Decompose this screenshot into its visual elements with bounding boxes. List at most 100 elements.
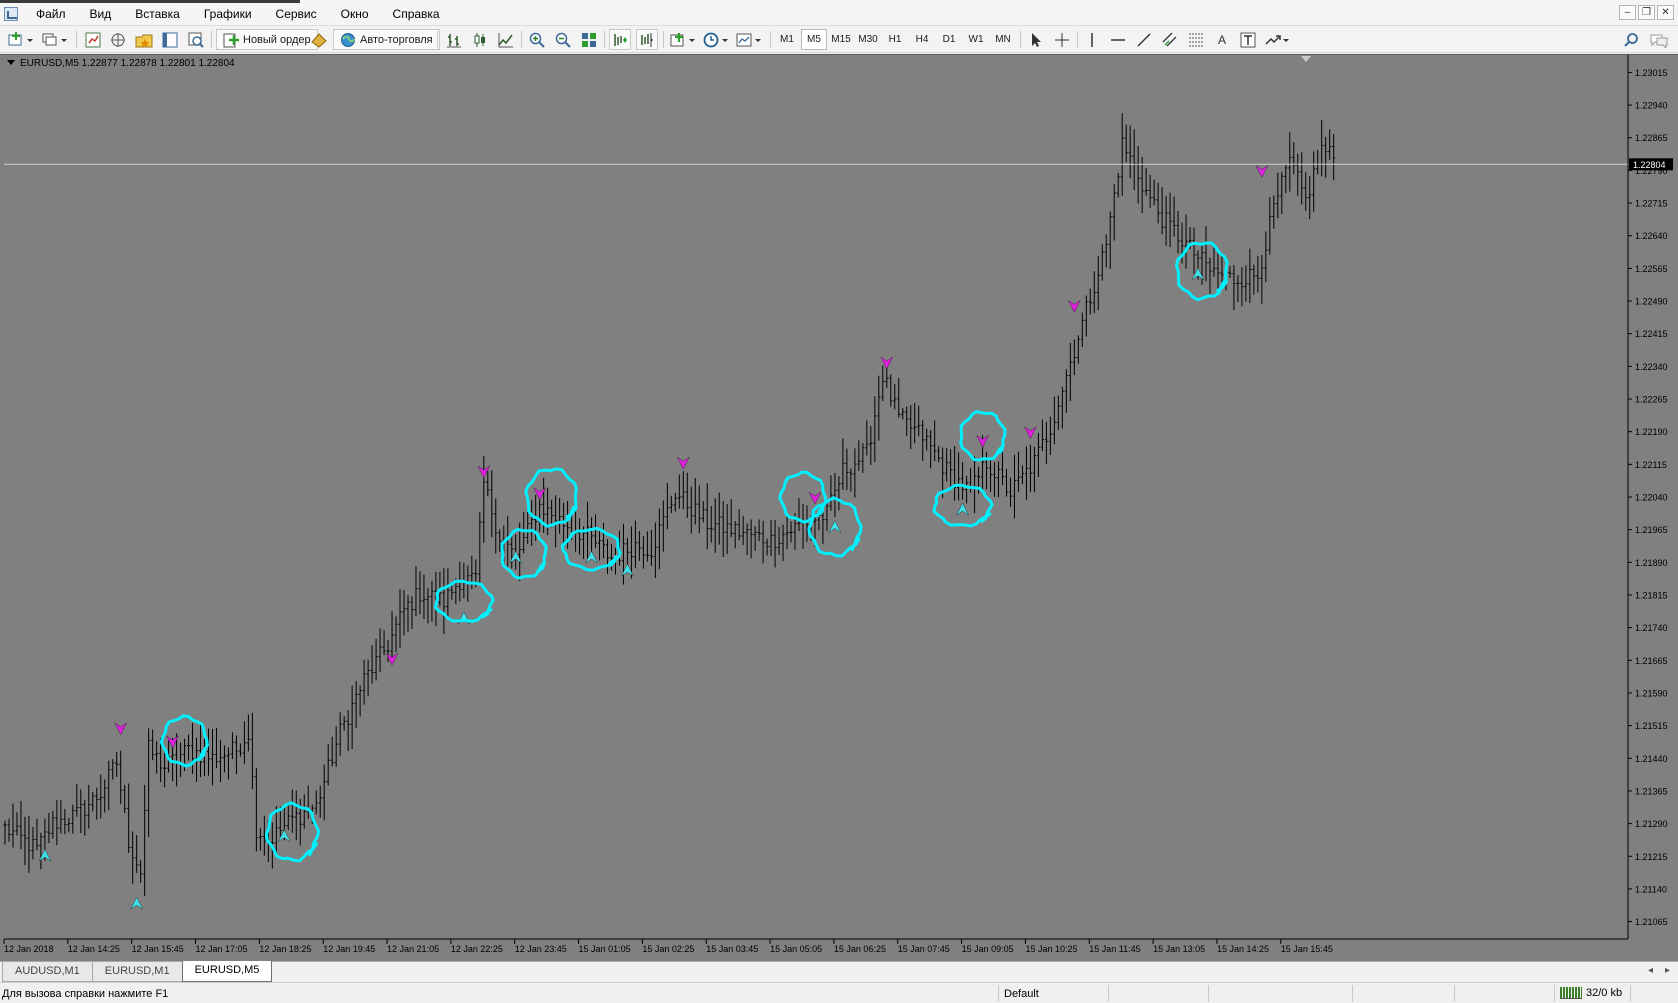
- indicators-icon[interactable]: [669, 29, 699, 50]
- price-bar: [1268, 197, 1272, 255]
- current-price-label: 1.22804: [1633, 160, 1666, 170]
- price-bar: [673, 492, 677, 512]
- new-chart-icon[interactable]: [6, 29, 36, 50]
- templates-icon[interactable]: [735, 29, 765, 50]
- status-profile: Default: [1004, 988, 1039, 1000]
- arrows-icon[interactable]: [1263, 29, 1293, 50]
- trendline-icon[interactable]: [1133, 29, 1155, 50]
- tester-icon[interactable]: [185, 29, 207, 50]
- price-bar: [961, 462, 965, 500]
- navigator-icon[interactable]: [107, 29, 129, 50]
- bar-chart-icon[interactable]: [443, 29, 465, 50]
- timeframe-m30[interactable]: M30: [855, 29, 881, 50]
- new-order-button[interactable]: Новый ордер: [216, 29, 318, 50]
- tab-eurusd-m1[interactable]: EURUSD,M1: [91, 962, 183, 982]
- menu-help[interactable]: Справка: [381, 7, 452, 21]
- tile-windows-icon[interactable]: [578, 29, 600, 50]
- autotrading-button[interactable]: Авто-торговля: [333, 29, 440, 50]
- menu-file[interactable]: Файл: [24, 7, 78, 21]
- restore-icon[interactable]: ❐: [1638, 5, 1655, 20]
- menu-insert[interactable]: Вставка: [123, 7, 192, 21]
- price-bar: [143, 784, 147, 897]
- price-bar: [1100, 244, 1104, 281]
- price-bar: [338, 712, 342, 756]
- minimize-icon[interactable]: –: [1619, 5, 1636, 20]
- app-icon: [4, 7, 18, 21]
- price-bar: [901, 408, 905, 420]
- price-bar: [238, 743, 242, 757]
- price-chart[interactable]: 1.230151.229401.228651.227901.227151.226…: [0, 55, 1678, 962]
- y-tick-label: 1.21815: [1635, 590, 1668, 600]
- chat-icon[interactable]: [1648, 29, 1670, 50]
- line-chart-icon[interactable]: [495, 29, 517, 50]
- zoom-out-icon[interactable]: [552, 29, 574, 50]
- chart-tabs: AUDUSD,M1 EURUSD,M1 EURUSD,M5: [2, 961, 273, 982]
- tab-eurusd-m5[interactable]: EURUSD,M5: [181, 961, 273, 982]
- price-bar: [107, 760, 111, 811]
- autoscroll-icon[interactable]: [609, 29, 631, 50]
- profiles-icon[interactable]: [40, 29, 70, 50]
- menu-view[interactable]: Вид: [78, 7, 124, 21]
- terminal-icon[interactable]: [159, 29, 181, 50]
- timeframe-d1[interactable]: D1: [936, 29, 962, 50]
- search-icon[interactable]: [1620, 29, 1642, 50]
- price-bar: [1252, 264, 1256, 295]
- price-bar: [1084, 295, 1088, 337]
- toolbar-separator: [76, 31, 77, 48]
- price-bar: [1228, 266, 1232, 278]
- timeframe-m1[interactable]: M1: [774, 29, 800, 50]
- price-bar: [210, 728, 214, 786]
- chart-window[interactable]: 1.23015 1.22940 1.22865 1.22790 1.22715 1.226…: [0, 54, 1678, 961]
- chart-shift-icon[interactable]: [636, 29, 658, 50]
- market-watch-icon[interactable]: [82, 29, 104, 50]
- fibonacci-icon[interactable]: [1185, 29, 1207, 50]
- x-tick-label: 15 Jan 02:25: [642, 944, 694, 954]
- price-bar: [685, 472, 689, 518]
- menu-window[interactable]: Окно: [329, 7, 381, 21]
- text-label-icon[interactable]: [1237, 29, 1259, 50]
- crosshair-icon[interactable]: [1051, 29, 1073, 50]
- y-tick-label: 1.22490: [1635, 297, 1668, 307]
- favorites-icon[interactable]: [133, 29, 155, 50]
- horizontal-line-icon[interactable]: [1107, 29, 1129, 50]
- timeframe-h4[interactable]: H4: [909, 29, 935, 50]
- timeframe-m5[interactable]: M5: [801, 29, 827, 50]
- timeframe-m15[interactable]: M15: [828, 29, 854, 50]
- price-bar: [1120, 113, 1124, 196]
- periods-icon[interactable]: [702, 29, 732, 50]
- price-bar: [1136, 146, 1140, 204]
- menu-tools[interactable]: Сервис: [264, 7, 329, 21]
- price-bar: [697, 485, 701, 534]
- scroll-left-icon[interactable]: ◂: [1648, 965, 1653, 976]
- price-bar: [857, 440, 861, 471]
- y-tick-label: 1.21515: [1635, 721, 1668, 731]
- scroll-right-icon[interactable]: ▸: [1665, 965, 1670, 976]
- price-bar: [294, 790, 298, 841]
- timeframe-w1[interactable]: W1: [963, 29, 989, 50]
- price-bar: [905, 406, 909, 437]
- price-bar: [378, 628, 382, 673]
- price-bar: [314, 790, 318, 815]
- text-icon[interactable]: A: [1211, 29, 1233, 50]
- chart-shift-marker-icon[interactable]: [1301, 56, 1311, 62]
- cursor-icon[interactable]: [1025, 29, 1047, 50]
- menu-charts[interactable]: Графики: [192, 7, 264, 21]
- timeframe-h1[interactable]: H1: [882, 29, 908, 50]
- price-bar: [913, 403, 917, 444]
- vertical-line-icon[interactable]: [1081, 29, 1103, 50]
- price-bar: [326, 743, 330, 786]
- collapse-triangle-icon[interactable]: [7, 60, 15, 65]
- equidistant-channel-icon[interactable]: [1159, 29, 1181, 50]
- tab-audusd-m1[interactable]: AUDUSD,M1: [2, 962, 93, 982]
- price-bar: [246, 714, 250, 752]
- price-bar: [370, 645, 374, 684]
- zoom-in-icon[interactable]: [526, 29, 548, 50]
- price-bar: [382, 630, 386, 656]
- price-bar: [546, 487, 550, 536]
- timeframe-mn[interactable]: MN: [990, 29, 1016, 50]
- close-icon[interactable]: ✕: [1657, 5, 1674, 20]
- metaeditor-icon[interactable]: [308, 29, 330, 50]
- price-bar: [322, 764, 326, 821]
- autotrading-label: Авто-торговля: [360, 33, 433, 46]
- candles-icon[interactable]: [469, 29, 491, 50]
